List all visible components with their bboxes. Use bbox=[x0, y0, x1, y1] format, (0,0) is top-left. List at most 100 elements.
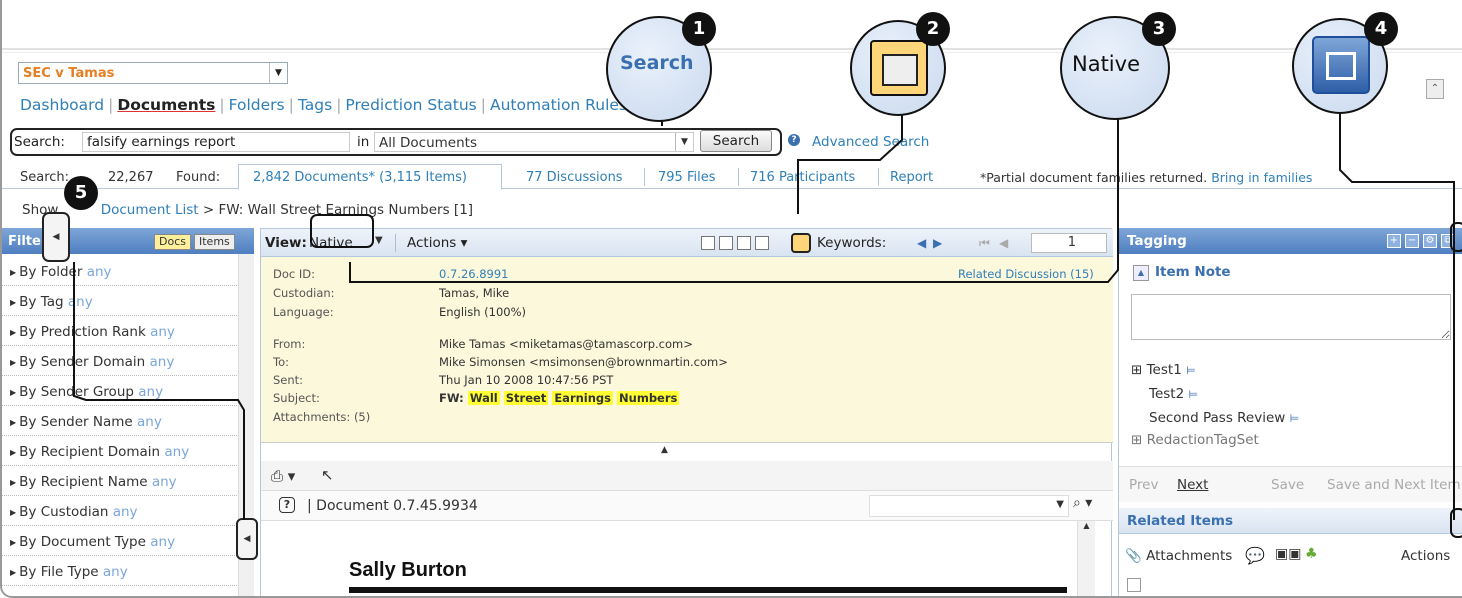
native-view-icon[interactable] bbox=[791, 233, 811, 253]
callout-search-label: Search bbox=[620, 52, 694, 74]
tagging-footer: Prev Next Save Save and Next Item bbox=[1119, 466, 1462, 502]
chevron-down-icon[interactable]: ▼ bbox=[375, 235, 383, 246]
tag-test1[interactable]: ⊞ Test1 ⊨ bbox=[1131, 362, 1196, 378]
duplicates-icon[interactable]: ▣▣ bbox=[1275, 546, 1301, 562]
search-input[interactable] bbox=[82, 132, 350, 152]
top-divider-2 bbox=[2, 52, 1462, 53]
tab-discussions[interactable]: 77 Discussions bbox=[526, 170, 623, 185]
collapse-filter-handle[interactable]: ◀ bbox=[236, 518, 258, 560]
filter-by-sender-name[interactable]: ▶ By Sender Name any bbox=[2, 406, 237, 436]
tag-tree-icon: ⊨ bbox=[1289, 412, 1300, 425]
keyword-next-icon[interactable]: ▶ bbox=[933, 236, 942, 250]
nav-folders[interactable]: Folders bbox=[229, 96, 285, 114]
case-selector[interactable]: SEC v Tamas ▼ bbox=[18, 62, 288, 84]
select-all-checkbox[interactable] bbox=[1127, 578, 1141, 592]
print-icon[interactable]: ⎙ ▾ bbox=[271, 467, 295, 485]
tag-tree-icon: ⊨ bbox=[1188, 388, 1199, 401]
collapse-header-icon[interactable]: ⌃ bbox=[1426, 79, 1444, 99]
doc-id-value[interactable]: 0.7.26.8991 bbox=[439, 267, 509, 281]
docs-toggle[interactable]: Docs bbox=[154, 234, 191, 250]
breadcrumb-document-list[interactable]: Document List bbox=[101, 202, 199, 218]
filter-by-sender-group[interactable]: ▶ By Sender Group any bbox=[2, 376, 237, 406]
to-value[interactable]: Mike Simonsen <msimonsen@brownmartin.com… bbox=[439, 355, 728, 369]
first-page-icon[interactable]: ⏮ bbox=[979, 236, 990, 251]
page-heading: Sally Burton bbox=[349, 559, 467, 581]
tab-documents[interactable]: 2,842 Documents* (3,115 Items) bbox=[238, 164, 502, 190]
filter-by-file-type[interactable]: ▶ By File Type any bbox=[2, 556, 237, 586]
next-button[interactable]: Next bbox=[1177, 477, 1208, 493]
nav-automation-rules[interactable]: Automation Rules bbox=[490, 96, 627, 114]
filter-panel: Filters Docs Items ▶ By Folder any ▶ By Ta… bbox=[2, 228, 254, 596]
search-button[interactable]: Search bbox=[700, 130, 772, 152]
item-note-textarea[interactable] bbox=[1131, 294, 1451, 340]
select-cursor-icon[interactable]: ↖ bbox=[321, 466, 334, 484]
search-icon[interactable]: ⌕ ▾ bbox=[1073, 495, 1092, 511]
advanced-search-link[interactable]: Advanced Search bbox=[812, 134, 929, 150]
filter-by-document-type[interactable]: ▶ By Document Type any bbox=[2, 526, 237, 556]
actions-menu[interactable]: Actions ▾ bbox=[407, 235, 467, 251]
filter-by-recipient-domain[interactable]: ▶ By Recipient Domain any bbox=[2, 436, 237, 466]
from-label: From: bbox=[273, 337, 306, 351]
tag-second-pass-review[interactable]: Second Pass Review ⊨ bbox=[1149, 410, 1299, 426]
viewer-document-bar: ? | Document 0.7.45.9934 ▼ ⌕ ▾ bbox=[261, 491, 1113, 521]
nav-dashboard[interactable]: Dashboard bbox=[20, 96, 104, 114]
tab-report[interactable]: Report bbox=[890, 170, 933, 185]
related-actions-menu[interactable]: Actions bbox=[1401, 548, 1450, 564]
search-scope-select[interactable]: All Documents ▼ bbox=[374, 132, 694, 152]
sent-label: Sent: bbox=[273, 373, 304, 387]
filter-by-sender-domain[interactable]: ▶ By Sender Domain any bbox=[2, 346, 237, 376]
subject-value: FW: Wall Street Earnings Numbers bbox=[439, 391, 680, 405]
attachments-tab[interactable]: 📎 Attachments bbox=[1125, 548, 1232, 564]
layout-2-icon[interactable] bbox=[719, 236, 733, 250]
help-icon[interactable]: ? bbox=[279, 497, 295, 513]
nav-prediction-status[interactable]: Prediction Status bbox=[345, 96, 476, 114]
discussion-icon[interactable]: 💬 bbox=[1245, 546, 1265, 565]
viewer-document-title: | Document 0.7.45.9934 bbox=[307, 498, 478, 514]
page-number-input[interactable]: 1 bbox=[1031, 233, 1107, 253]
collapse-left-panel-handle[interactable]: ◀ bbox=[42, 212, 70, 262]
nav-tags[interactable]: Tags bbox=[298, 96, 332, 114]
viewer-toolbar: ⎙ ▾ ↖ bbox=[261, 461, 1113, 491]
filter-by-tag[interactable]: ▶ By Tag any bbox=[2, 286, 237, 316]
help-icon[interactable]: ? bbox=[788, 134, 800, 146]
layout-3-icon[interactable] bbox=[737, 236, 751, 250]
item-note-toggle[interactable]: ▲ Item Note bbox=[1133, 264, 1231, 281]
tab-files[interactable]: 795 Files bbox=[658, 170, 715, 185]
viewer-scrollbar[interactable]: ▲ bbox=[1077, 521, 1095, 596]
expand-all-icon[interactable]: + bbox=[1387, 234, 1401, 248]
searched-count: 22,267 bbox=[108, 170, 154, 185]
save-and-next-button[interactable]: Save and Next Item bbox=[1327, 477, 1461, 493]
callout-number-5: 5 bbox=[64, 176, 98, 210]
filter-by-custodian[interactable]: ▶ By Custodian any bbox=[2, 496, 237, 526]
layout-4-icon[interactable] bbox=[755, 236, 769, 250]
from-value[interactable]: Mike Tamas <miketamas@tamascorp.com> bbox=[439, 337, 693, 351]
filter-by-recipient-name[interactable]: ▶ By Recipient Name any bbox=[2, 466, 237, 496]
filter-by-folder[interactable]: ▶ By Folder any bbox=[2, 256, 237, 286]
items-toggle[interactable]: Items bbox=[194, 234, 235, 250]
family-icon[interactable]: ♣ bbox=[1305, 546, 1318, 562]
related-items-header: Related Items bbox=[1119, 508, 1462, 534]
tag-redaction-set[interactable]: ⊞ RedactionTagSet bbox=[1131, 432, 1259, 448]
save-button[interactable]: Save bbox=[1271, 477, 1304, 493]
keyword-prev-icon[interactable]: ◀ bbox=[917, 236, 926, 250]
tab-participants[interactable]: 716 Participants bbox=[750, 170, 855, 185]
prev-button[interactable]: Prev bbox=[1129, 477, 1158, 493]
chevron-down-icon: ▼ bbox=[1056, 499, 1064, 510]
viewer-search-input[interactable]: ▼ bbox=[869, 495, 1069, 517]
document-toolbar: View: Native ▼ Actions ▾ Keywords: ◀ ▶ ⏮… bbox=[261, 229, 1113, 257]
to-label: To: bbox=[273, 355, 289, 369]
related-discussion-link[interactable]: Related Discussion (15) bbox=[958, 267, 1094, 281]
tag-test2[interactable]: Test2 ⊨ bbox=[1149, 386, 1198, 402]
searched-label: Search: bbox=[20, 170, 70, 185]
layout-1-icon[interactable] bbox=[701, 236, 715, 250]
bring-in-families-link[interactable]: Bring in families bbox=[1211, 170, 1312, 185]
collapse-all-icon[interactable]: − bbox=[1405, 234, 1419, 248]
settings-icon[interactable]: ⚙ bbox=[1423, 234, 1437, 248]
nav-documents[interactable]: Documents bbox=[117, 96, 215, 114]
related-items-toolbar: 📎 Attachments 💬 ▣▣ ♣ Actions bbox=[1119, 542, 1462, 572]
top-divider bbox=[2, 48, 1462, 50]
prev-page-icon[interactable]: ◀ bbox=[999, 236, 1008, 250]
pane-splitter-icon[interactable]: ▲ bbox=[661, 445, 668, 455]
filter-by-prediction-rank[interactable]: ▶ By Prediction Rank any bbox=[2, 316, 237, 346]
found-label: Found: bbox=[176, 170, 221, 185]
